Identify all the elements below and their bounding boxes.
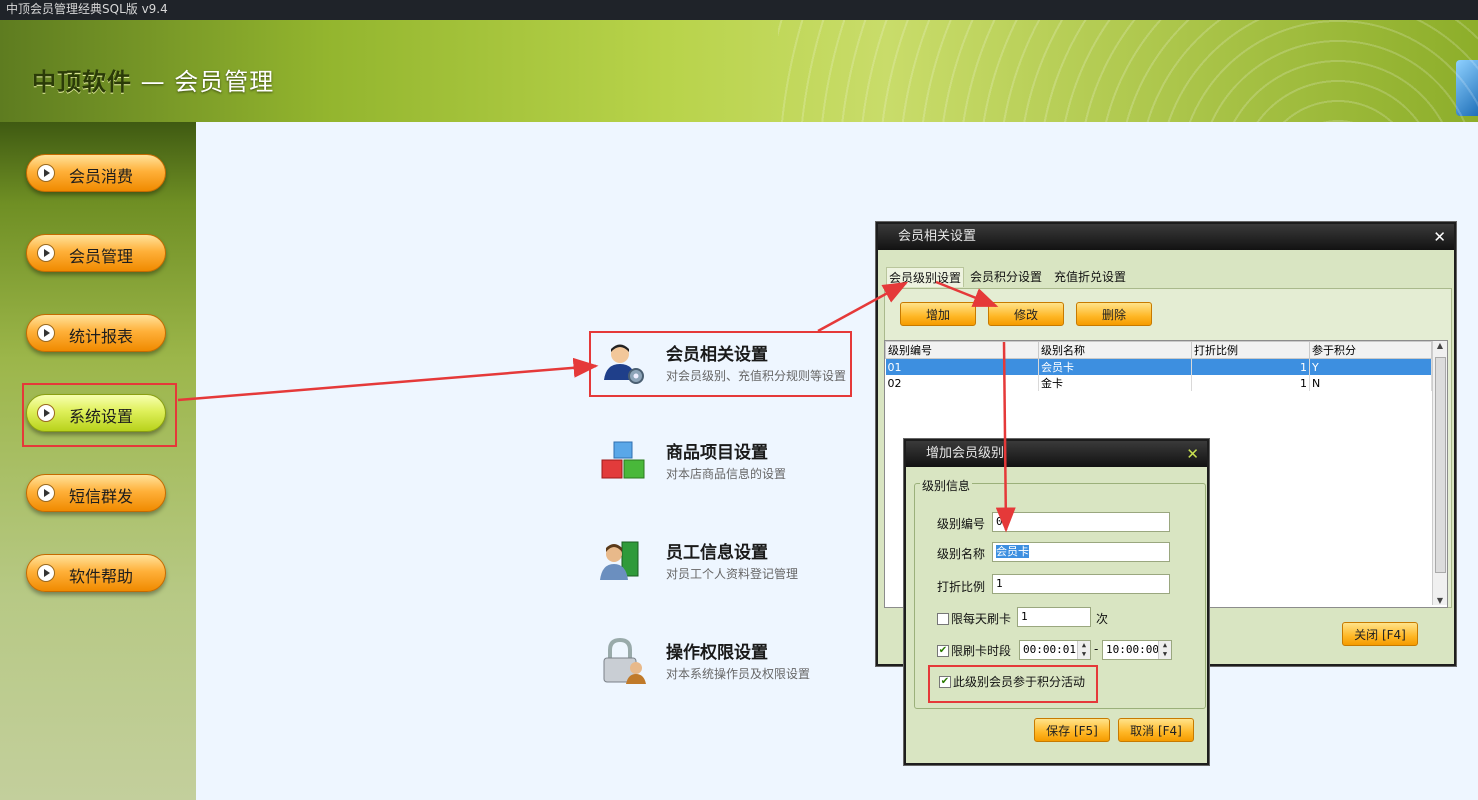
annotation-arrows [177, 280, 1016, 533]
arrow-to-tab [817, 281, 909, 333]
arrow-to-member-settings [177, 357, 599, 402]
arrow-to-edit [935, 280, 999, 308]
arrow-to-code-field [995, 341, 1016, 533]
